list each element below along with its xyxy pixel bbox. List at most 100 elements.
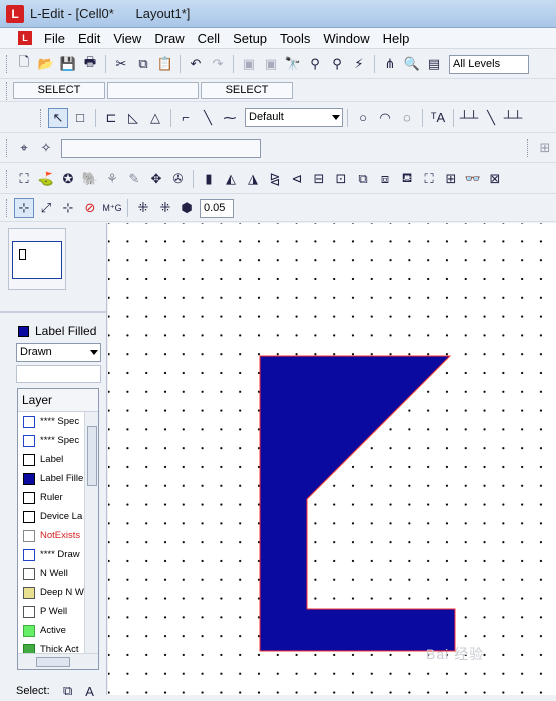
toolbar-grip[interactable]: [527, 139, 530, 157]
layer-item[interactable]: Active: [18, 621, 84, 640]
snap-vertex-icon[interactable]: ⁜: [133, 198, 153, 218]
layer-item[interactable]: **** Draw: [18, 545, 84, 564]
instance-icon[interactable]: ⛶: [14, 169, 34, 189]
layer-item[interactable]: N Well: [18, 564, 84, 583]
fit-icon[interactable]: ⊞: [441, 169, 461, 189]
label-filled-polygon[interactable]: [259, 355, 456, 652]
document-icon[interactable]: L: [18, 31, 32, 45]
port-icon[interactable]: ᵀA: [428, 108, 448, 128]
layer-item[interactable]: Label Fille: [18, 469, 84, 488]
crosshair-icon[interactable]: ⌖: [14, 138, 34, 158]
paste-icon[interactable]: 📋: [155, 54, 175, 74]
select-shapes-icon[interactable]: ⧉: [58, 681, 78, 701]
zoom-icon[interactable]: 🔍: [402, 54, 422, 74]
layer-item[interactable]: Label: [18, 450, 84, 469]
layer-item[interactable]: **** Spec: [18, 431, 84, 450]
hscroll-thumb[interactable]: [36, 657, 70, 667]
pie-wedge-icon[interactable]: ◠: [375, 108, 395, 128]
circle-icon[interactable]: ○: [353, 108, 373, 128]
orthogonal-wire-icon[interactable]: ⌐: [176, 108, 196, 128]
draw-mode-select[interactable]: Drawn: [16, 343, 101, 362]
layer-item[interactable]: Ruler: [18, 488, 84, 507]
menu-setup[interactable]: Setup: [227, 31, 274, 46]
snap-edge-icon[interactable]: ⤢: [36, 198, 56, 218]
menu-help[interactable]: Help: [377, 31, 417, 46]
menu-cell[interactable]: Cell: [192, 31, 227, 46]
undo-icon[interactable]: ↶: [186, 54, 206, 74]
find-icon[interactable]: 🔭: [283, 54, 303, 74]
menu-view[interactable]: View: [107, 31, 148, 46]
more-icon[interactable]: ⊠: [485, 169, 505, 189]
select-pointer-icon[interactable]: ↖: [48, 107, 68, 128]
grow-icon[interactable]: ⛾: [397, 169, 417, 189]
group-icon[interactable]: ▮: [199, 169, 219, 189]
layer-item[interactable]: NotExists: [18, 526, 84, 545]
45-wire-icon[interactable]: ╲: [198, 108, 218, 128]
menu-edit[interactable]: Edit: [72, 31, 107, 46]
redo-icon[interactable]: ↷: [208, 54, 228, 74]
layer-list-vscrollbar[interactable]: [84, 412, 98, 653]
45-polygon-icon[interactable]: ◺: [123, 108, 143, 128]
toolbar-grip[interactable]: [6, 139, 9, 157]
menu-draw[interactable]: Draw: [148, 31, 191, 46]
snap-grid-icon[interactable]: ⊹: [14, 198, 34, 218]
polygon-icon[interactable]: △: [145, 108, 165, 128]
grid-toggle-icon[interactable]: ⊞: [535, 138, 555, 158]
hierarchy-icon[interactable]: ⋔: [380, 54, 400, 74]
select-all-icon[interactable]: ⛶: [419, 169, 439, 189]
ruler-v-icon[interactable]: ┴┴: [503, 108, 523, 128]
ruler-diag-icon[interactable]: ╲: [481, 108, 501, 128]
replace-icon[interactable]: ⚲: [327, 54, 347, 74]
vscroll-thumb[interactable]: [87, 426, 97, 486]
locator-field[interactable]: [61, 138, 261, 158]
layer-item[interactable]: Device La: [18, 507, 84, 526]
cut-icon[interactable]: ✂: [111, 54, 131, 74]
snap-mid-icon[interactable]: ⁜: [155, 198, 175, 218]
mirror-icon[interactable]: ⧎: [265, 169, 285, 189]
layout-canvas[interactable]: Bai 经验: [108, 223, 556, 695]
layer-item[interactable]: Deep N W: [18, 583, 84, 602]
array-icon[interactable]: ⧉: [353, 169, 373, 189]
view-icon[interactable]: 👓: [463, 169, 483, 189]
cell-b-icon[interactable]: ▣: [261, 54, 281, 74]
open-folder-icon[interactable]: 📂: [36, 54, 56, 74]
nibble-icon[interactable]: ⚘: [102, 169, 122, 189]
new-file-icon[interactable]: 🗋: [14, 54, 34, 74]
save-icon[interactable]: 💾: [58, 54, 78, 74]
menu-tools[interactable]: Tools: [274, 31, 317, 46]
find-next-icon[interactable]: ⚲: [305, 54, 325, 74]
merge-icon[interactable]: ✪: [58, 169, 78, 189]
toolbar-grip[interactable]: [6, 55, 9, 73]
slice-icon[interactable]: 🐘: [80, 169, 100, 189]
menu-window[interactable]: Window: [317, 31, 376, 46]
toolbar-grip[interactable]: [40, 108, 43, 127]
panel-splitter[interactable]: [0, 311, 106, 313]
layer-item[interactable]: **** Spec: [18, 412, 84, 431]
boolean-icon[interactable]: ⧈: [375, 169, 395, 189]
print-icon[interactable]: 🖶: [80, 54, 100, 74]
flip-h-icon[interactable]: ◭: [221, 169, 241, 189]
torus-icon[interactable]: ◌: [397, 108, 417, 128]
pencil-icon[interactable]: ✎: [124, 169, 144, 189]
no-snap-icon[interactable]: ⊘: [80, 198, 100, 218]
levels-select[interactable]: All Levels: [449, 54, 529, 74]
distribute-icon[interactable]: ⊡: [331, 169, 351, 189]
flatten-icon[interactable]: ⛳: [36, 169, 56, 189]
locator-icon[interactable]: ✧: [36, 138, 56, 158]
toolbar-grip[interactable]: [6, 81, 9, 100]
snap-object-icon[interactable]: ⬢: [177, 198, 197, 218]
layer-filter-field[interactable]: [16, 365, 101, 383]
snap-center-icon[interactable]: ⊹: [58, 198, 78, 218]
menu-file[interactable]: File: [38, 31, 72, 46]
ruler-icon[interactable]: ┴┴: [459, 108, 479, 128]
manhattan-icon[interactable]: M⁺G: [102, 198, 122, 218]
orthogonal-polygon-icon[interactable]: ⊏: [101, 108, 121, 128]
tool-icon[interactable]: ✇: [168, 169, 188, 189]
snap-grid-input[interactable]: 0.05: [200, 198, 234, 218]
ledit-app-icon[interactable]: L: [6, 5, 24, 23]
toolbar-grip[interactable]: [6, 199, 9, 217]
layer-item[interactable]: P Well: [18, 602, 84, 621]
wire-icon[interactable]: ⁓: [220, 108, 240, 128]
wire-style-select[interactable]: Default: [245, 108, 343, 127]
select-text-icon[interactable]: A: [80, 681, 100, 701]
